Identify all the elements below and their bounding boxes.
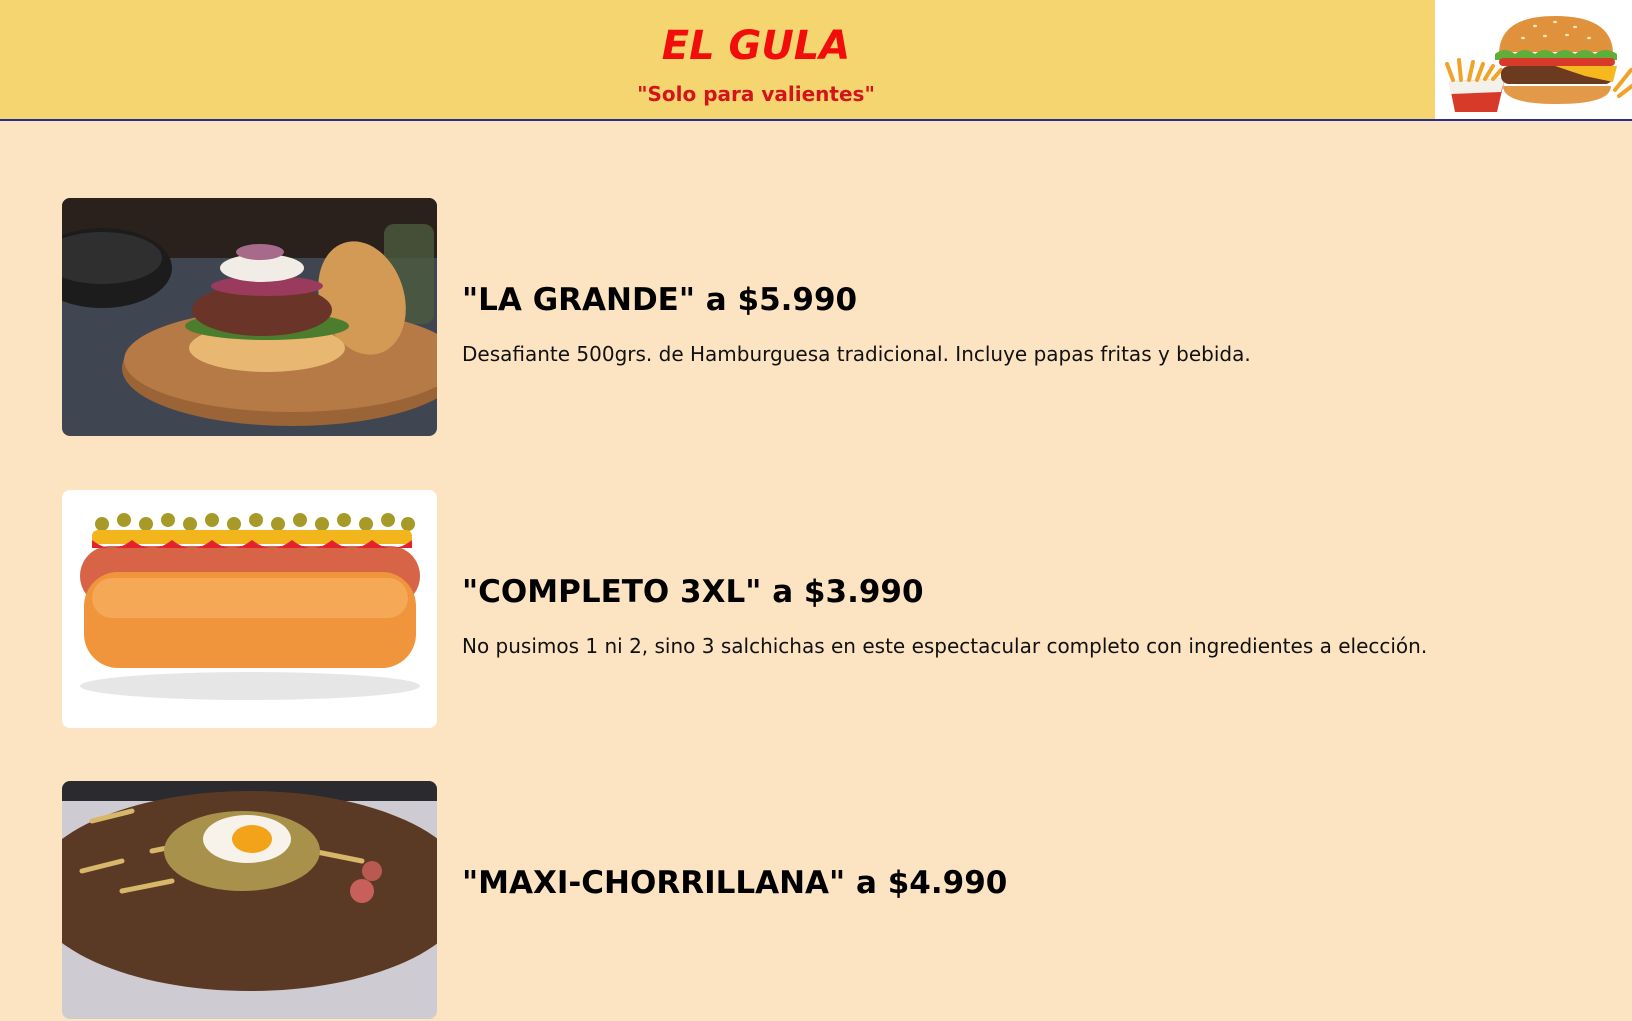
menu-item-description: No pusimos 1 ni 2, sino 3 salchichas en …	[462, 634, 1428, 658]
chorrillana-photo	[62, 781, 437, 1019]
hotdog-photo	[62, 490, 437, 728]
menu-item-completo-3xl: "COMPLETO 3XL" a $3.990 No pusimos 1 ni …	[62, 490, 1602, 730]
burger-photo	[62, 198, 437, 436]
menu-item-la-grande: "LA GRANDE" a $5.990 Desafiante 500grs. …	[62, 198, 1602, 438]
menu-item-maxi-chorrillana: "MAXI-CHORRILLANA" a $4.990	[62, 781, 1602, 1021]
menu-item-title: "COMPLETO 3XL" a $3.990	[462, 574, 924, 610]
menu-item-title: "MAXI-CHORRILLANA" a $4.990	[462, 865, 1008, 901]
menu-item-description: Desafiante 500grs. de Hamburguesa tradic…	[462, 342, 1251, 366]
burger-logo-image	[1435, 0, 1632, 119]
menu-item-title: "LA GRANDE" a $5.990	[462, 282, 858, 318]
site-subtitle: "Solo para valientes"	[637, 82, 875, 106]
site-header: EL GULA "Solo para valientes"	[0, 0, 1632, 121]
site-title: EL GULA	[661, 23, 851, 69]
